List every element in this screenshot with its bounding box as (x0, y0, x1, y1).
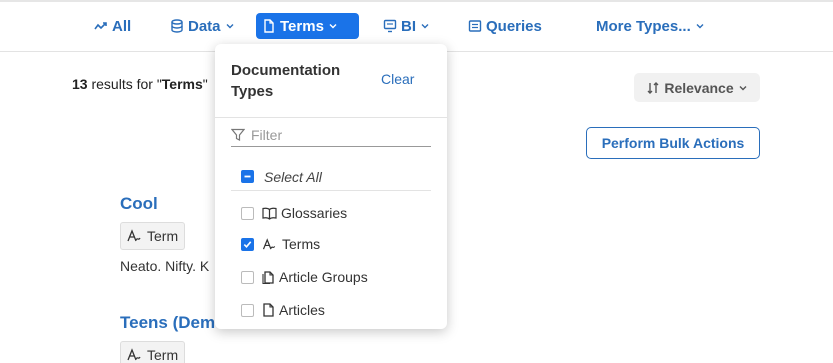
sort-icon (647, 81, 659, 94)
tab-data[interactable]: Data (164, 13, 241, 39)
filter-input[interactable] (251, 126, 421, 143)
search-result: Teens (Dem Term (120, 313, 215, 363)
result-description: Neato. Nifty. K (120, 258, 210, 274)
tab-all[interactable]: All (88, 13, 137, 39)
option-articles[interactable]: Articles (241, 300, 325, 320)
tab-queries[interactable]: Queries (462, 13, 548, 39)
option-label: Terms (282, 236, 321, 252)
documentation-types-dropdown: Documentation Types Clear Select All Glo… (215, 44, 447, 329)
tab-label: Data (188, 17, 221, 35)
divider (215, 117, 447, 118)
tab-label: More Types... (596, 17, 691, 35)
option-terms[interactable]: Terms (241, 234, 320, 254)
filter-icon (231, 128, 245, 141)
results-prefix: results for " (87, 76, 162, 92)
option-label: Articles (279, 302, 325, 318)
option-glossaries[interactable]: Glossaries (241, 203, 347, 223)
bulk-actions-label: Perform Bulk Actions (601, 135, 745, 151)
database-icon (171, 19, 183, 33)
tag-label: Term (147, 228, 179, 244)
minus-icon (244, 175, 251, 178)
tab-terms[interactable]: Terms (256, 13, 359, 39)
result-title[interactable]: Teens (Dem (120, 313, 215, 333)
clear-link[interactable]: Clear (381, 71, 414, 87)
result-title[interactable]: Cool (120, 194, 209, 214)
dashboard-icon (383, 19, 397, 33)
tab-label: BI (401, 17, 416, 35)
search-result: Cool Term Neato. Nifty. K (120, 194, 209, 274)
article-groups-checkbox[interactable] (241, 270, 254, 284)
tab-bi[interactable]: BI (377, 13, 436, 39)
result-tag-row: Term (120, 341, 215, 363)
tab-label: Terms (280, 17, 324, 35)
chevron-down-icon (421, 24, 429, 29)
tab-more-types[interactable]: More Types... (590, 13, 711, 39)
result-tag-row: Term (120, 222, 209, 250)
sort-dropdown[interactable]: Relevance (634, 73, 760, 102)
document-icon (264, 19, 274, 33)
option-label: Glossaries (281, 205, 348, 221)
trend-icon (94, 22, 107, 30)
select-all-option[interactable]: Select All (231, 163, 431, 191)
tab-label: Queries (486, 17, 542, 35)
chevron-down-icon (739, 85, 747, 90)
results-query: Terms (161, 76, 203, 92)
term-icon (127, 229, 141, 242)
select-all-label: Select All (264, 168, 322, 185)
tag-label: Term (147, 347, 179, 363)
book-icon (262, 207, 277, 220)
articles-checkbox[interactable] (241, 303, 254, 317)
option-article-groups[interactable]: Article Groups (241, 267, 368, 287)
terms-checkbox[interactable] (241, 237, 254, 251)
select-all-checkbox[interactable] (241, 170, 254, 183)
check-icon (243, 240, 252, 248)
filter-field (231, 123, 431, 147)
glossaries-checkbox[interactable] (241, 206, 254, 220)
chevron-down-icon (226, 24, 234, 29)
results-count: 13 results for "Terms" (72, 76, 208, 92)
queries-icon (468, 20, 482, 32)
results-number: 13 (72, 76, 88, 92)
term-icon (262, 237, 276, 249)
tab-label: All (112, 17, 132, 35)
option-label: Article Groups (279, 269, 368, 285)
chevron-down-icon (696, 24, 704, 29)
sort-label: Relevance (664, 79, 734, 96)
article-icon (263, 303, 274, 317)
term-tag: Term (120, 222, 186, 250)
bulk-actions-button[interactable]: Perform Bulk Actions (586, 127, 760, 159)
term-tag: Term (120, 341, 186, 363)
chevron-down-icon (329, 24, 337, 29)
term-icon (127, 348, 141, 361)
article-group-icon (262, 271, 274, 284)
dropdown-heading: Documentation Types (231, 62, 341, 100)
results-suffix: " (202, 76, 208, 92)
